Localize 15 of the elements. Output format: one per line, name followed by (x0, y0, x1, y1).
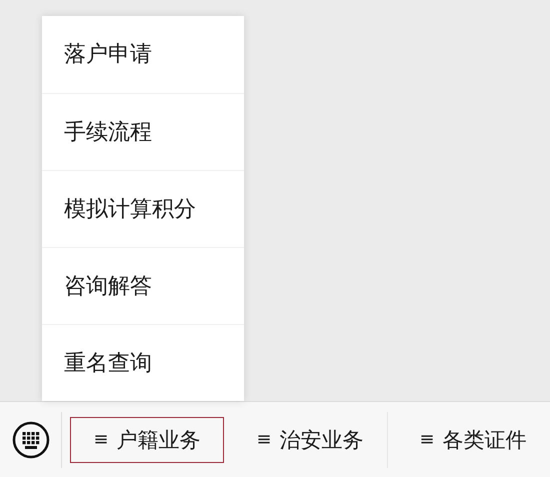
menu-tab[interactable]: ≡ 各类证件 (396, 416, 550, 462)
submenu-item[interactable]: 重名查询 (42, 324, 244, 401)
submenu-item[interactable]: 咨询解答 (42, 247, 244, 324)
menu-icon: ≡ (256, 429, 272, 450)
menu-icon: ≡ (93, 429, 109, 450)
menu-tab[interactable]: ≡ 户籍业务 (70, 416, 224, 462)
menu-icon: ≡ (419, 429, 435, 450)
submenu-item[interactable]: 模拟计算积分 (42, 170, 244, 247)
submenu-item[interactable]: 落户申请 (42, 16, 244, 93)
tab-label: 户籍业务 (116, 426, 201, 454)
keyboard-icon[interactable] (12, 420, 50, 458)
tab-label: 各类证件 (442, 426, 527, 454)
tab-label: 治安业务 (280, 426, 364, 454)
menu-tab[interactable]: ≡ 治安业务 (233, 416, 387, 462)
submenu-item[interactable]: 手续流程 (42, 93, 244, 170)
